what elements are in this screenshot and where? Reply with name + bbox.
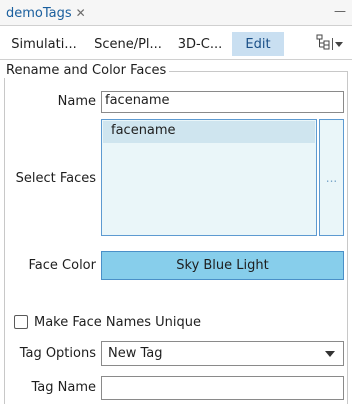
chevron-down-icon <box>325 351 335 357</box>
tree-hierarchy-icon <box>316 34 330 54</box>
faces-listbox[interactable]: facename <box>101 119 317 236</box>
browse-faces-button[interactable]: ... <box>319 119 344 236</box>
title-bar: demoTags ✕ — <box>0 0 352 26</box>
rename-color-faces-panel: demoTags ✕ — Simulati... Scene/Pl... 3D-… <box>0 0 352 404</box>
face-color-label: Face Color <box>28 258 96 273</box>
tag-name-label: Tag Name <box>31 380 97 395</box>
tag-name-field[interactable] <box>101 376 344 400</box>
tab-3d-cad[interactable]: 3D-C... <box>172 32 228 56</box>
unique-names-checkbox[interactable] <box>14 315 28 329</box>
unique-names-option[interactable]: Make Face Names Unique <box>14 313 201 331</box>
face-color-button[interactable]: Sky Blue Light <box>101 251 344 280</box>
name-field[interactable]: facename <box>101 91 344 113</box>
tag-options-select[interactable]: New Tag <box>101 341 344 366</box>
select-faces-label: Select Faces <box>15 171 96 186</box>
document-tab[interactable]: demoTags ✕ <box>4 2 90 24</box>
name-label: Name <box>57 94 96 109</box>
tab-scene-plot[interactable]: Scene/Pl... <box>90 32 166 56</box>
document-tab-label: demoTags <box>6 5 72 21</box>
tab-edit[interactable]: Edit <box>232 32 284 56</box>
minimize-icon[interactable]: — <box>334 4 346 18</box>
separator-bar <box>332 38 333 50</box>
list-item[interactable]: facename <box>103 121 315 143</box>
tag-options-label: Tag Options <box>19 346 96 361</box>
unique-names-label: Make Face Names Unique <box>34 314 202 330</box>
tag-options-value: New Tag <box>108 346 163 361</box>
group-title: Rename and Color Faces <box>4 63 170 78</box>
tab-simulation[interactable]: Simulati... <box>6 32 82 56</box>
chevron-down-icon[interactable] <box>335 37 343 52</box>
tree-view-button[interactable] <box>316 34 344 54</box>
close-icon[interactable]: ✕ <box>76 6 86 20</box>
toolbar: Simulati... Scene/Pl... 3D-C... Edit <box>0 26 352 60</box>
